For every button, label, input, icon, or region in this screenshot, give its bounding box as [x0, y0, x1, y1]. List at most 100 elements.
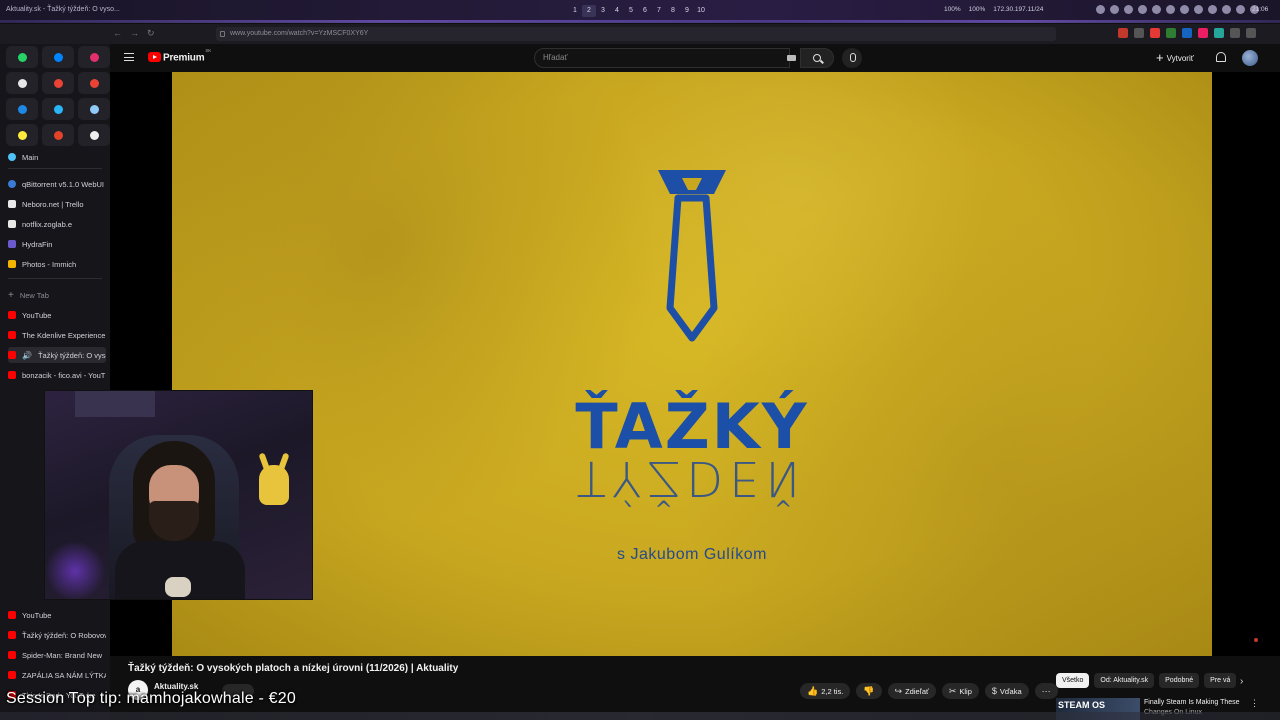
bookmark-icon — [8, 180, 16, 188]
youtube-header: PremiumSK Hľadať + Vytvoriť — [110, 44, 1280, 72]
workspace-8[interactable]: 8 — [666, 5, 680, 17]
pinned-site[interactable] — [42, 72, 74, 94]
sidebar-bookmark[interactable]: Photos - Immich — [8, 256, 106, 272]
pinned-site[interactable] — [6, 124, 38, 146]
extension-icon[interactable] — [1134, 28, 1144, 38]
notifications-bell-icon[interactable] — [1216, 52, 1226, 62]
pinned-site[interactable] — [78, 46, 110, 68]
extension-icon[interactable] — [1214, 28, 1224, 38]
pinned-site[interactable] — [42, 124, 74, 146]
microphone — [165, 577, 191, 597]
speaker-icon[interactable]: 🔊 — [22, 351, 32, 360]
sidebar-bookmark[interactable]: qBittorrent v5.1.0 WebUI — [8, 176, 106, 192]
pinned-site[interactable] — [42, 98, 74, 120]
sidebar-space-main[interactable]: Main — [8, 149, 106, 165]
workspace-1[interactable]: 1 — [568, 5, 582, 17]
extension-icon[interactable] — [1150, 28, 1160, 38]
tray-app-icon[interactable] — [1138, 5, 1147, 14]
lock-icon — [220, 31, 225, 37]
sidebar-tab[interactable]: YouTube — [8, 307, 106, 323]
tray-app-icon[interactable] — [1180, 5, 1189, 14]
pinned-site[interactable] — [78, 98, 110, 120]
workspace-3[interactable]: 3 — [596, 5, 610, 17]
youtube-icon — [8, 371, 16, 379]
extension-icon[interactable] — [1182, 28, 1192, 38]
workspace-10[interactable]: 10 — [694, 5, 708, 17]
extension-icon[interactable] — [1118, 28, 1128, 38]
clip-label: Klip — [959, 686, 972, 696]
chip-for-you[interactable]: Pre vá — [1204, 673, 1237, 688]
thanks-icon: $ — [991, 686, 997, 696]
chip-related[interactable]: Podobné — [1159, 673, 1200, 688]
back-icon[interactable]: ← — [113, 28, 122, 39]
sidebar-bookmark[interactable]: notflix.zoglab.e — [8, 216, 106, 232]
youtube-logo-icon[interactable] — [148, 52, 161, 62]
tray-app-icon[interactable] — [1166, 5, 1175, 14]
chip-all[interactable]: Všetko — [1056, 673, 1090, 688]
extension-icon[interactable] — [1198, 28, 1208, 38]
menu-icon[interactable] — [124, 53, 134, 61]
voice-search-button[interactable] — [842, 48, 862, 68]
share-button[interactable]: ↪ Zdieľať — [887, 683, 936, 699]
reload-icon[interactable]: ↻ — [147, 28, 155, 39]
tray-app-icon[interactable] — [1194, 5, 1203, 14]
chevron-right-icon[interactable]: › — [1240, 676, 1243, 687]
search-input[interactable]: Hľadať — [534, 48, 790, 68]
more-actions-button[interactable]: ⋯ — [1034, 683, 1058, 699]
bookmark-label: Neboro.net | Trello — [22, 199, 84, 209]
sidebar-tab[interactable]: YouTube — [8, 607, 106, 623]
pinned-site[interactable] — [6, 98, 38, 120]
sidebar-tab[interactable]: ZAPÁLIA SA NÁM LÝTKA — [8, 667, 106, 683]
pinned-site[interactable] — [78, 72, 110, 94]
extension-icon[interactable] — [1246, 28, 1256, 38]
account-avatar[interactable] — [1242, 50, 1258, 66]
plus-icon: + — [1156, 50, 1164, 65]
thanks-button[interactable]: $ Vďaka — [984, 683, 1029, 699]
sidebar-bookmark[interactable]: HydraFin — [8, 236, 106, 252]
tray-app-icon[interactable] — [1110, 5, 1119, 14]
extension-icon[interactable] — [1166, 28, 1176, 38]
tray-app-icon[interactable] — [1096, 5, 1105, 14]
like-button[interactable]: 👍 2,2 tis. — [800, 683, 851, 699]
extension-icon[interactable] — [1230, 28, 1240, 38]
sidebar-tab[interactable]: Spider-Man: Brand New — [8, 647, 106, 663]
sidebar-tab[interactable]: Ťažký týždeň: O Robovov — [8, 627, 106, 643]
workspace-9[interactable]: 9 — [680, 5, 694, 17]
gmail-icon — [53, 78, 63, 88]
sidebar-tab[interactable]: The Kdenlive Experience — [8, 327, 106, 343]
keyboard-icon[interactable] — [787, 55, 796, 61]
sidebar-bookmark[interactable]: Neboro.net | Trello — [8, 196, 106, 212]
brightness-readout: 100% — [968, 6, 986, 13]
sidebar-tab-active[interactable]: 🔊 Ťažký týždeň: O vysoký — [8, 347, 106, 363]
tray-app-icon[interactable] — [1222, 5, 1231, 14]
pinned-site[interactable] — [42, 46, 74, 68]
clip-button[interactable]: ✂ Klip — [941, 683, 979, 699]
youtube-icon — [8, 651, 16, 659]
address-bar[interactable]: www.youtube.com/watch?v=YzMSCF0XY6Y — [216, 27, 1056, 41]
tray-app-icon[interactable] — [1124, 5, 1133, 14]
workspace-5[interactable]: 5 — [624, 5, 638, 17]
youtube-premium-logo[interactable]: PremiumSK — [163, 48, 211, 63]
more-icon: ⋯ — [1041, 685, 1051, 696]
chip-from-channel[interactable]: Od: Aktuality.sk — [1094, 673, 1155, 688]
recommended-video-title[interactable]: Finally Steam Is Making These — [1144, 699, 1240, 706]
tab-label: YouTube — [22, 610, 52, 620]
tray-app-icon[interactable] — [1152, 5, 1161, 14]
more-vert-icon[interactable]: ⋮ — [1250, 698, 1259, 709]
create-button[interactable]: + Vytvoriť — [1156, 50, 1194, 66]
pinned-site[interactable] — [6, 72, 38, 94]
workspace-4[interactable]: 4 — [610, 5, 624, 17]
search-button[interactable] — [800, 48, 834, 68]
dislike-button[interactable]: 👎 — [856, 683, 882, 699]
tray-app-icon[interactable] — [1236, 5, 1245, 14]
pinned-site[interactable] — [6, 46, 38, 68]
pinned-site[interactable] — [78, 124, 110, 146]
forward-icon[interactable]: → — [130, 28, 139, 39]
tray-app-icon[interactable] — [1208, 5, 1217, 14]
workspace-6[interactable]: 6 — [638, 5, 652, 17]
workspace-7[interactable]: 7 — [652, 5, 666, 17]
video-frame[interactable]: ŤAŽKÝ TÝŽDEŇ s Jakubom Gulíkom — [172, 72, 1212, 656]
workspace-2[interactable]: 2 — [582, 5, 596, 17]
sidebar-tab[interactable]: bonzacik - fico.avi - YouT — [8, 367, 106, 383]
new-tab-button[interactable]: + New Tab — [8, 287, 106, 303]
